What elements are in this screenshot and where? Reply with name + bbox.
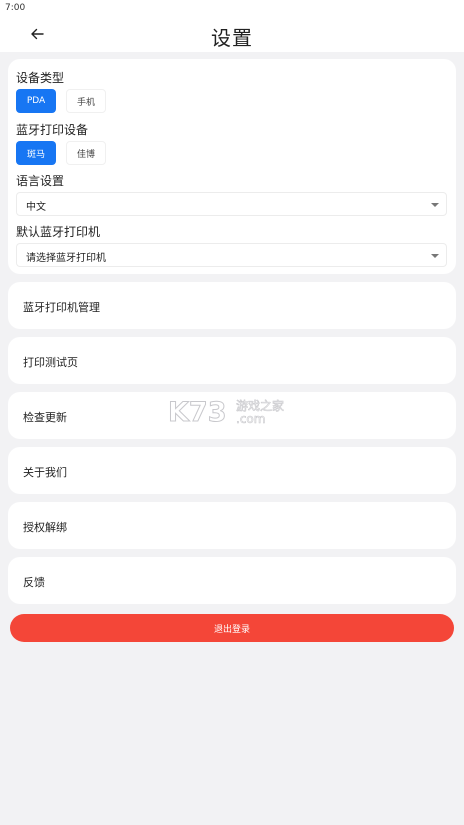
- language-value: 中文: [26, 202, 46, 213]
- status-time: 7:00: [5, 3, 26, 13]
- menu-item-about-us[interactable]: 关于我们: [8, 447, 456, 494]
- device-type-option-phone[interactable]: 手机: [66, 89, 106, 113]
- menu-item-label: 授权解绑: [23, 521, 67, 534]
- menu-item-label: 关于我们: [23, 466, 67, 479]
- default-printer-value: 请选择蓝牙打印机: [26, 253, 106, 264]
- menu-item-label: 蓝牙打印机管理: [23, 301, 100, 314]
- default-printer-label: 默认蓝牙打印机: [16, 225, 101, 239]
- settings-card: 设备类型 PDA 手机 蓝牙打印设备 斑马 佳博 语言设置 中文 默认蓝牙打印机…: [8, 59, 456, 274]
- menu-item-label: 反馈: [23, 576, 45, 589]
- bluetooth-device-option-gprinter[interactable]: 佳博: [66, 141, 106, 165]
- default-printer-select[interactable]: 请选择蓝牙打印机: [16, 243, 447, 267]
- page-title: 设置: [211, 26, 253, 50]
- logout-button[interactable]: 退出登录: [10, 614, 454, 642]
- menu-item-check-update[interactable]: 检查更新: [8, 392, 456, 439]
- menu-item-printer-management[interactable]: 蓝牙打印机管理: [8, 282, 456, 329]
- device-type-label: 设备类型: [16, 71, 65, 85]
- menu-item-label: 检查更新: [23, 411, 67, 424]
- menu-item-label: 打印测试页: [23, 356, 78, 369]
- language-select[interactable]: 中文: [16, 192, 447, 216]
- menu-item-print-test-page[interactable]: 打印测试页: [8, 337, 456, 384]
- menu-item-unbind-authorization[interactable]: 授权解绑: [8, 502, 456, 549]
- chevron-down-icon: [431, 254, 439, 258]
- status-bar: 7:00: [0, 0, 464, 16]
- device-type-option-pda[interactable]: PDA: [16, 89, 56, 113]
- language-label: 语言设置: [16, 174, 65, 188]
- chevron-down-icon: [431, 203, 439, 207]
- bluetooth-device-label: 蓝牙打印设备: [16, 123, 89, 137]
- app-bar: 设置: [0, 16, 464, 52]
- bluetooth-device-option-zebra[interactable]: 斑马: [16, 141, 56, 165]
- menu-item-feedback[interactable]: 反馈: [8, 557, 456, 604]
